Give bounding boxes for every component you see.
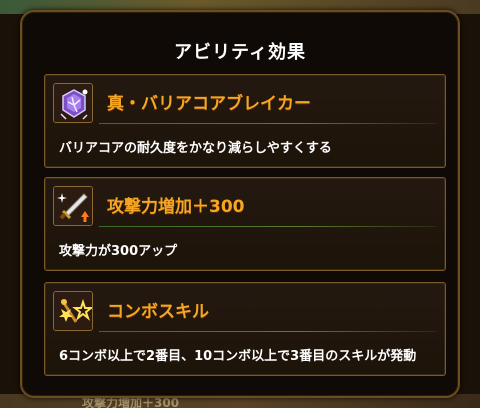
ability-name: コンボスキル [107, 302, 209, 322]
ability-card-barrier-core-breaker: 真・バリアコアブレイカー バリアコアの耐久度をかなり減らしやすくする [44, 74, 446, 168]
ability-card-combo-skill: コンボスキル 6コンボ以上で2番目、10コンボ以上で3番目のスキルが発動 [44, 282, 446, 376]
card-divider [99, 331, 437, 332]
ability-name: 真・バリアコアブレイカー [107, 94, 311, 114]
ability-card-attack-up: 攻撃力増加＋300 攻撃力が300アップ [44, 177, 446, 271]
ability-name: 攻撃力増加＋300 [107, 197, 245, 217]
card-divider [99, 123, 437, 124]
ability-description: 6コンボ以上で2番目、10コンボ以上で3番目のスキルが発動 [59, 349, 417, 364]
card-divider [99, 226, 437, 227]
modal-title: アビリティ効果 [174, 42, 306, 63]
combo-skill-icon [53, 291, 93, 331]
barrier-core-breaker-icon [53, 83, 93, 123]
ability-description: バリアコアの耐久度をかなり減らしやすくする [59, 141, 332, 156]
ability-effect-modal: アビリティ効果 真・バリアコアブレイカー バリアコアの耐久度をかなり減らしやすく… [20, 10, 460, 398]
ability-description: 攻撃力が300アップ [59, 244, 178, 259]
attack-up-sword-icon [53, 186, 93, 226]
